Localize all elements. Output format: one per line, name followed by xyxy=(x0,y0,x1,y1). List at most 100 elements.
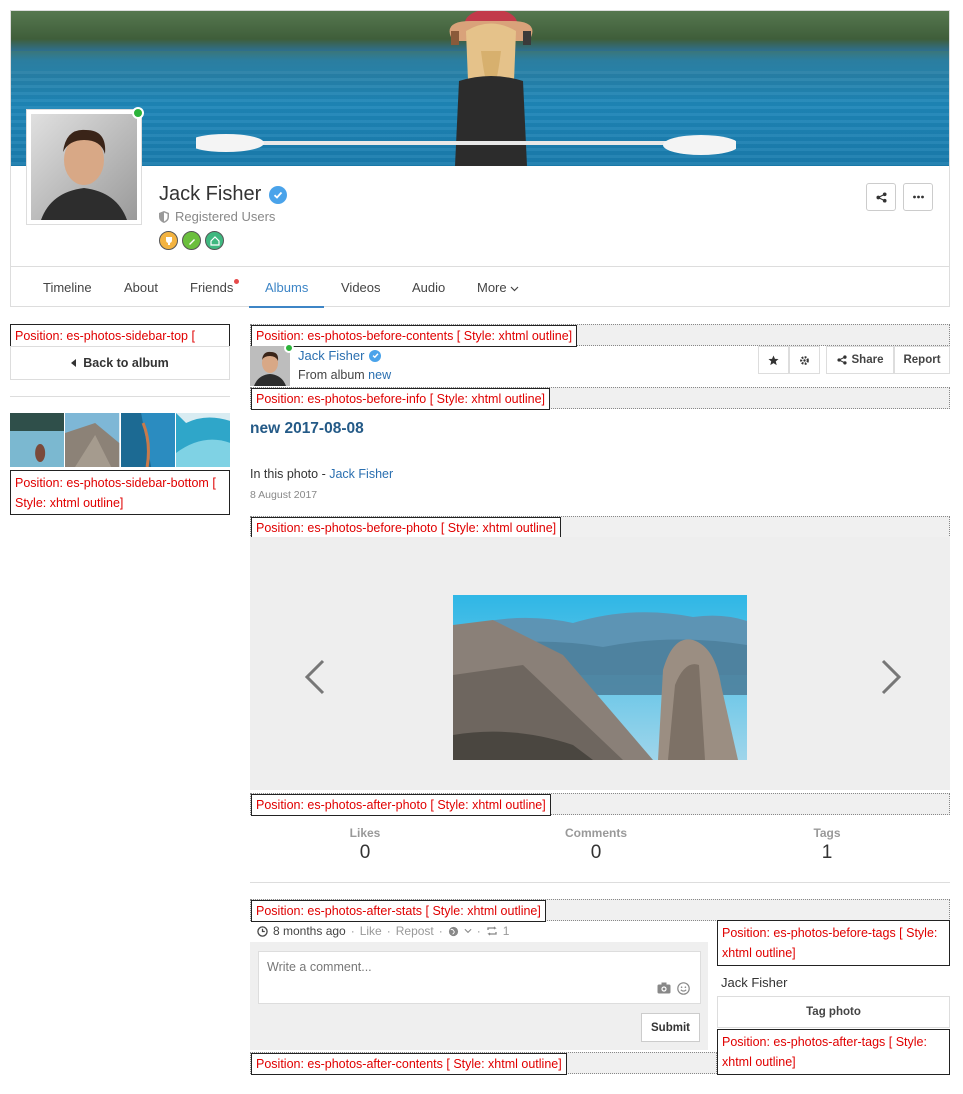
meta-separator: · xyxy=(476,924,481,938)
position-sidebar-bottom-label: Position: es-photos-sidebar-bottom [ Sty… xyxy=(15,476,216,510)
tab-friends[interactable]: Friends xyxy=(190,267,240,308)
verified-icon xyxy=(369,349,382,362)
profile-share-button[interactable] xyxy=(866,183,896,211)
from-album-prefix: From album xyxy=(298,368,365,382)
repost-count: 1 xyxy=(502,924,510,938)
likes-label: Likes xyxy=(349,826,381,840)
comment-input[interactable]: Write a comment... xyxy=(258,951,701,1004)
meta-separator: · xyxy=(438,924,443,938)
position-after-contents: Position: es-photos-after-contents [ Sty… xyxy=(250,1052,717,1075)
tab-audio[interactable]: Audio xyxy=(412,267,445,308)
in-this-photo: In this photo - Jack Fisher xyxy=(250,467,393,481)
submit-comment-button[interactable]: Submit xyxy=(641,1013,700,1042)
tagged-user[interactable]: Jack Fisher xyxy=(721,975,787,990)
globe-icon[interactable] xyxy=(448,926,459,937)
meta-separator: · xyxy=(386,924,391,938)
album-thumbnail[interactable] xyxy=(175,413,230,467)
avatar xyxy=(31,114,137,220)
profile-more-button[interactable] xyxy=(903,183,933,211)
repost-icon xyxy=(487,926,497,936)
photo-meta: 8 months ago · Like · Repost · · 1 xyxy=(257,924,509,938)
photo-timestamp[interactable]: 8 months ago xyxy=(273,924,346,938)
trophy-badge-icon[interactable] xyxy=(159,231,178,250)
tab-albums[interactable]: Albums xyxy=(249,267,325,308)
tag-photo-button[interactable]: Tag photo xyxy=(717,996,950,1028)
album-thumbnail[interactable] xyxy=(10,413,65,467)
main-photo[interactable] xyxy=(453,595,747,760)
stats-divider xyxy=(250,882,950,883)
photo-stats: Likes 0 Comments 0 Tags 1 xyxy=(250,826,950,872)
notification-dot xyxy=(234,279,240,284)
position-after-photo: Position: es-photos-after-photo [ Style:… xyxy=(250,793,950,816)
position-sidebar-bottom: Position: es-photos-sidebar-bottom [ Sty… xyxy=(10,470,230,515)
position-before-info: Position: es-photos-before-info [ Style:… xyxy=(250,387,950,410)
more-icon xyxy=(912,195,924,199)
avatar xyxy=(250,346,290,386)
tags-label: Tags xyxy=(813,826,841,840)
share-button[interactable]: Share xyxy=(826,346,894,374)
sidebar-divider xyxy=(10,396,230,397)
camera-icon[interactable] xyxy=(657,982,671,994)
share-icon xyxy=(836,355,847,365)
photo-date: 8 August 2017 xyxy=(250,489,318,501)
position-sidebar-top: Position: es-photos-sidebar-top [ xyxy=(10,324,230,347)
cover-paddle xyxy=(196,134,736,155)
tagged-person-link[interactable]: Jack Fisher xyxy=(329,467,393,481)
comment-form: Write a comment... Submit xyxy=(250,942,708,1050)
comments-label: Comments xyxy=(564,826,627,840)
tags-stat[interactable]: Tags 1 xyxy=(767,826,887,864)
tab-friends-label: Friends xyxy=(190,280,234,295)
chevron-down-icon[interactable] xyxy=(464,928,472,934)
position-before-tags-label: Position: es-photos-before-tags [ Style:… xyxy=(722,926,938,960)
clock-icon xyxy=(257,925,268,937)
profile-tabs: Timeline About Friends Albums Videos Aud… xyxy=(11,266,949,308)
position-after-tags-label: Position: es-photos-after-tags [ Style: … xyxy=(722,1035,927,1069)
profile-header: Jack Fisher Registered Users Timeline Ab… xyxy=(10,10,950,308)
like-link[interactable]: Like xyxy=(360,924,382,938)
profile-role: Registered Users xyxy=(175,209,276,224)
comment-placeholder: Write a comment... xyxy=(267,960,372,974)
verified-icon xyxy=(269,185,288,204)
album-link[interactable]: new xyxy=(368,368,391,382)
profile-name[interactable]: Jack Fisher xyxy=(159,183,261,206)
comments-count: 0 xyxy=(590,842,602,863)
gear-icon xyxy=(800,355,809,365)
back-to-album-label: Back to album xyxy=(83,356,169,370)
online-indicator xyxy=(132,107,144,119)
tags-count: 1 xyxy=(821,842,833,863)
settings-button[interactable] xyxy=(789,346,820,374)
online-indicator xyxy=(284,343,294,353)
album-thumbnail[interactable] xyxy=(65,413,120,467)
badge-list xyxy=(159,231,224,250)
position-after-contents-label: Position: es-photos-after-contents [ Sty… xyxy=(251,1053,567,1075)
likes-stat[interactable]: Likes 0 xyxy=(305,826,425,864)
position-after-tags: Position: es-photos-after-tags [ Style: … xyxy=(717,1029,950,1075)
share-label: Share xyxy=(851,354,884,366)
back-to-album-button[interactable]: Back to album xyxy=(10,346,230,380)
share-icon xyxy=(875,191,887,203)
album-thumbnail[interactable] xyxy=(120,413,175,467)
report-button[interactable]: Report xyxy=(894,346,950,374)
next-photo-arrow-icon[interactable] xyxy=(879,657,903,697)
author-avatar[interactable] xyxy=(250,343,294,386)
position-before-contents: Position: es-photos-before-contents [ St… xyxy=(250,324,950,347)
tab-videos[interactable]: Videos xyxy=(341,267,381,308)
tab-about[interactable]: About xyxy=(124,267,158,308)
home-badge-icon[interactable] xyxy=(205,231,224,250)
position-before-photo: Position: es-photos-before-photo [ Style… xyxy=(250,516,950,539)
smiley-icon[interactable] xyxy=(677,982,690,995)
author-name-link[interactable]: Jack Fisher xyxy=(298,348,364,363)
pencil-badge-icon[interactable] xyxy=(182,231,201,250)
tab-more[interactable]: More xyxy=(477,267,519,308)
profile-avatar[interactable] xyxy=(27,107,144,224)
repost-link[interactable]: Repost xyxy=(396,924,434,938)
cover-photo[interactable] xyxy=(11,11,949,166)
previous-photo-arrow-icon[interactable] xyxy=(303,657,327,697)
tab-timeline[interactable]: Timeline xyxy=(43,267,92,308)
album-thumbnails xyxy=(10,413,230,467)
likes-count: 0 xyxy=(359,842,371,863)
shield-icon xyxy=(159,210,169,223)
position-after-stats-label: Position: es-photos-after-stats [ Style:… xyxy=(251,900,546,922)
comments-stat[interactable]: Comments 0 xyxy=(536,826,656,864)
favorite-button[interactable] xyxy=(758,346,789,374)
